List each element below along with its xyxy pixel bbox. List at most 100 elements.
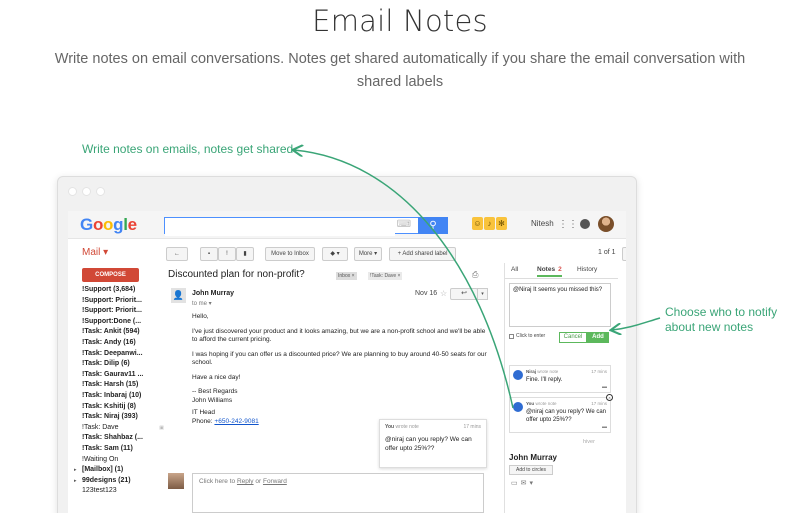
sidebar-folder-item[interactable]: !Task: Sam (11) — [74, 444, 164, 455]
reply-box[interactable]: Click here to Reply or Forward — [192, 473, 484, 513]
message-more-button[interactable]: ▾ — [477, 288, 488, 300]
hiver-gear-icon[interactable]: ✻ — [496, 217, 507, 230]
sidebar-folder-item[interactable]: !Task: Kshitij (8) — [74, 402, 164, 413]
sidebar-folder-item[interactable]: !Waiting On — [74, 455, 164, 466]
expand-arrow-icon[interactable]: ▸ — [74, 465, 82, 476]
search-input[interactable] — [165, 220, 395, 236]
hiver-bell-icon[interactable]: ♪ — [484, 217, 495, 230]
window-dot-icon[interactable] — [68, 187, 77, 196]
sidebar-folder-item[interactable]: !Task: Dave ▣ — [74, 423, 164, 434]
spam-button[interactable]: ! — [218, 247, 236, 261]
more-button[interactable]: More ▾ — [354, 247, 382, 261]
notes-tabs: All Notes 2 History — [505, 263, 618, 279]
sidebar-folder-item[interactable]: !Task: Deepanwi... — [74, 349, 164, 360]
folder-label: 123test123 — [82, 487, 117, 495]
tab-notes[interactable]: Notes 2 — [537, 266, 562, 277]
thread-subject: Discounted plan for non-profit? — [168, 269, 305, 280]
keyboard-icon[interactable]: ⌨ — [397, 219, 411, 230]
archive-button[interactable]: ▪ — [200, 247, 218, 261]
label-chip-task-dave[interactable]: !Task: Dave × — [368, 272, 403, 280]
google-logo[interactable]: Google — [80, 215, 137, 235]
sender-name[interactable]: John Murray — [192, 290, 234, 297]
add-note-button[interactable]: Add — [587, 332, 609, 343]
trash-button[interactable]: ▮ — [236, 247, 254, 261]
sidebar-folder-item[interactable]: !Task: Gaurav11 ... — [74, 370, 164, 381]
gmail-screen: Google ⌨ ⚲ ☺ ♪ ✻ Nitesh ⋮⋮ Mail ▾ COMPOS… — [68, 211, 626, 513]
click-to-enter-checkbox[interactable]: Click to enter — [509, 333, 545, 339]
add-to-circles-button[interactable]: Add to circles — [509, 465, 553, 475]
note-text: Fine. I'll reply. — [526, 377, 563, 383]
extension-icons: ☺ ♪ ✻ — [472, 217, 508, 230]
sidebar-folder-item[interactable]: !Task: Ankit (594) — [74, 327, 164, 338]
note-input[interactable]: @Niraj It seems you missed this? — [509, 283, 611, 327]
sender-avatar: 👤 — [171, 288, 186, 303]
hiver-smile-icon[interactable]: ☺ — [472, 217, 483, 230]
reply-link[interactable]: Reply — [237, 478, 254, 485]
thread-toolbar: ← ▪ ! ▮ Move to Inbox ◆ ▾ More ▾ + Add s… — [166, 247, 626, 263]
user-name[interactable]: Nitesh — [531, 219, 554, 228]
add-shared-label-button[interactable]: + Add shared label — [389, 247, 456, 261]
close-icon[interactable]: × — [606, 394, 613, 401]
sidebar-folder-item[interactable]: 123test123 — [74, 486, 164, 497]
sidebar-folder-item[interactable]: ▸ 99designs (21) — [74, 476, 164, 487]
sidebar-folder-item[interactable]: !Task: Niraj (393) — [74, 412, 164, 423]
recipient-dropdown[interactable]: to me ▾ — [192, 300, 212, 307]
chevron-down-icon[interactable]: ▾ — [530, 480, 537, 487]
sidebar-folder-item[interactable]: !Support:Done (... — [74, 317, 164, 328]
compose-button[interactable]: COMPOSE — [82, 268, 139, 282]
trash-icon[interactable]: ▬ — [602, 384, 607, 390]
video-icon[interactable]: ▭ — [511, 480, 521, 487]
sidebar-folder-item[interactable]: ▸ [Mailbox] (1) — [74, 465, 164, 476]
folder-label: !Waiting On — [82, 455, 119, 463]
folder-label: !Task: Andy (16) — [82, 338, 136, 346]
contact-actions: ▭✉▾ — [511, 479, 536, 487]
forward-link[interactable]: Forward — [263, 478, 287, 485]
avatar[interactable] — [598, 216, 614, 232]
print-icon[interactable]: ⎙ — [472, 270, 478, 280]
star-icon[interactable]: ☆ — [440, 289, 447, 298]
folder-label: [Mailbox] (1) — [82, 466, 124, 474]
sidebar-folder-item[interactable]: !Task: Shahbaz (... — [74, 433, 164, 444]
folder-label: !Support:Done (... — [82, 317, 142, 325]
tab-history[interactable]: History — [577, 266, 597, 273]
mail-dropdown[interactable]: Mail ▾ — [82, 247, 108, 258]
sidebar-folder-item[interactable]: !Support (3,684) — [74, 285, 164, 296]
chat-bubble-icon — [513, 402, 523, 412]
cancel-button[interactable]: Cancel — [559, 332, 587, 343]
chevron-down-icon: ▾ — [481, 291, 484, 297]
expand-arrow-icon[interactable]: ▸ — [74, 476, 82, 487]
body-paragraph: I was hoping if you can offer us a disco… — [192, 350, 487, 367]
labels-button[interactable]: ◆ ▾ — [322, 247, 348, 261]
trash-icon[interactable]: ▬ — [602, 424, 607, 430]
apps-grid-icon[interactable]: ⋮⋮ — [558, 219, 578, 230]
search-box: ⌨ ⚲ — [164, 217, 448, 236]
window-dot-icon[interactable] — [96, 187, 105, 196]
window-controls — [68, 187, 105, 196]
sidebar-folder-item[interactable]: !Task: Inbaraj (10) — [74, 391, 164, 402]
window-dot-icon[interactable] — [82, 187, 91, 196]
mail-icon[interactable]: ✉ — [521, 480, 530, 487]
hiver-brand-logo: hiver — [583, 439, 595, 445]
pager-count: 1 of 1 — [598, 249, 616, 256]
sidebar-folder-item[interactable]: !Task: Andy (16) — [74, 338, 164, 349]
message-date: Nov 16 — [415, 290, 438, 297]
checkbox-icon — [509, 333, 514, 339]
sidebar-folder-item[interactable]: !Task: Dilip (6) — [74, 359, 164, 370]
back-button[interactable]: ← — [166, 247, 188, 261]
sidebar-folder-item[interactable]: !Support: Priorit... — [74, 306, 164, 317]
notifications-icon[interactable] — [580, 219, 590, 229]
phone-link[interactable]: +650-242-9081 — [214, 418, 258, 425]
folder-label: !Task: Ankit (594) — [82, 328, 140, 336]
search-button[interactable]: ⚲ — [418, 217, 448, 234]
sidebar-folder-item[interactable]: !Support: Priorit... — [74, 296, 164, 307]
sidebar-folder-item[interactable]: !Task: Harsh (15) — [74, 380, 164, 391]
note-card: Niraj wrote note 17 mins Fine. I'll reply… — [509, 365, 611, 393]
reply-button[interactable]: ↩ — [450, 288, 478, 300]
label-chip-inbox[interactable]: Inbox × — [336, 272, 357, 280]
hero-subtitle: Write notes on email conversations. Note… — [54, 51, 746, 90]
callout-notify: Choose who to notify about new notes — [665, 305, 778, 334]
prev-button[interactable]: < — [622, 247, 626, 261]
tab-all[interactable]: All — [511, 266, 518, 273]
folder-label: !Task: Sam (11) — [82, 444, 133, 452]
move-to-inbox-button[interactable]: Move to Inbox — [265, 247, 315, 261]
